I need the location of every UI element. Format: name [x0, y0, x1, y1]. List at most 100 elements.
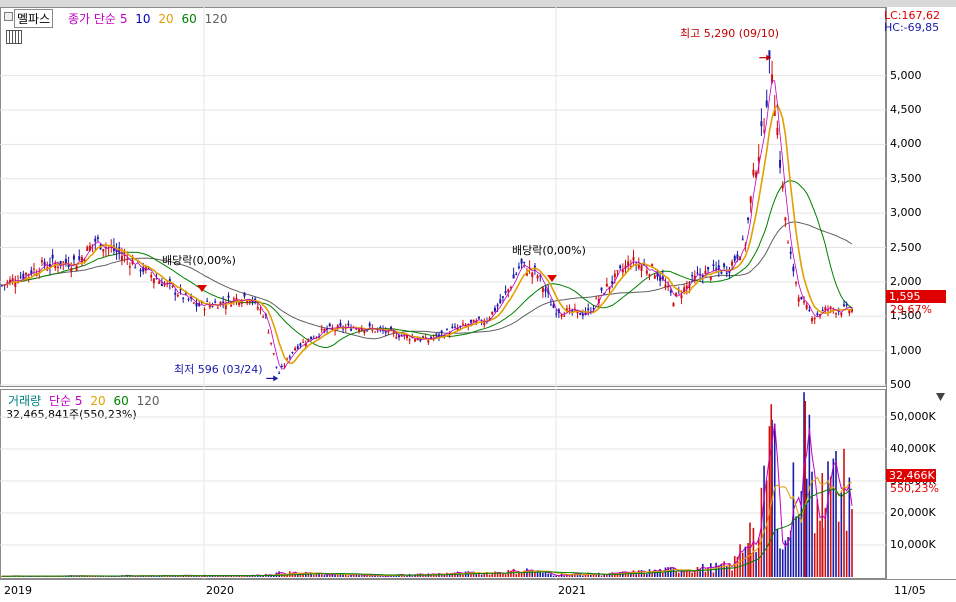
- price-candle: [789, 251, 792, 254]
- ma5-polyline: [1, 79, 853, 370]
- price-candle: [544, 288, 547, 292]
- price-candle: [243, 292, 246, 297]
- price-candle: [568, 308, 571, 310]
- volume-bar: [845, 530, 848, 577]
- volume-bar: [765, 480, 768, 577]
- volume-y-tick: 50,000K: [890, 410, 936, 423]
- volume-bar: [547, 573, 550, 577]
- ma5-line: [1, 79, 853, 370]
- volume-bar: [323, 575, 326, 577]
- price-candle: [139, 269, 142, 272]
- price-candle: [707, 267, 710, 270]
- price-candle: [416, 339, 419, 341]
- price-candle: [43, 261, 46, 266]
- volume-bar: [835, 451, 837, 577]
- price-candle: [64, 258, 67, 264]
- volume-bar: [797, 513, 800, 577]
- price-candle: [512, 274, 515, 279]
- volume-bar: [770, 404, 773, 577]
- price-candle: [501, 296, 504, 298]
- price-candle: [435, 333, 438, 335]
- price-candle: [632, 257, 635, 261]
- volume-bar: [781, 549, 784, 577]
- price-candle: [835, 313, 838, 315]
- price-candle: [669, 290, 672, 293]
- price-candle: [795, 281, 798, 284]
- price-y-tick: 2,500: [890, 240, 922, 254]
- price-candle: [70, 267, 73, 272]
- price-candle: [414, 339, 417, 342]
- price-candle: [56, 266, 59, 269]
- volume-bar: [403, 575, 406, 577]
- volume-bar: [214, 576, 216, 577]
- price-candle: [499, 299, 502, 304]
- price-candle: [563, 315, 566, 317]
- price-candle: [605, 283, 608, 287]
- volume-bar: [150, 576, 153, 577]
- volume-bar: [760, 487, 763, 577]
- volume-bar: [320, 574, 323, 577]
- price-candle: [619, 265, 622, 269]
- volume-bar: [312, 574, 315, 577]
- price-candle: [496, 304, 499, 307]
- price-candle: [347, 323, 350, 326]
- volume-bar: [174, 576, 176, 577]
- volume-bar: [675, 571, 677, 577]
- volume-bar: [259, 575, 262, 577]
- price-candle: [120, 255, 123, 261]
- price-candle: [587, 308, 590, 311]
- price-candle: [40, 260, 43, 263]
- price-candle: [240, 301, 243, 304]
- price-candle: [96, 237, 99, 239]
- high-annotation: 최고 5,290 (09/10): [680, 27, 780, 40]
- price-candle: [720, 271, 723, 274]
- volume-bar: [808, 414, 811, 577]
- volume-bar: [552, 575, 555, 577]
- volume-bar: [811, 471, 813, 577]
- volume-bar: [328, 575, 331, 577]
- price-candle: [667, 285, 670, 288]
- price-candle: [736, 254, 739, 259]
- price-y-tick: 5,000: [890, 68, 922, 82]
- price-candle: [733, 256, 736, 261]
- price-candle: [469, 319, 472, 323]
- volume-bar: [728, 563, 731, 577]
- toolbar-strip: [0, 0, 956, 7]
- price-candle: [24, 273, 27, 275]
- price-candle: [283, 365, 286, 367]
- volume-bar: [813, 533, 816, 577]
- volume-bar: [819, 520, 821, 577]
- x-label-last-date: 11/05: [894, 584, 926, 597]
- price-candle: [440, 330, 443, 334]
- ma20-line: [1, 103, 852, 365]
- price-candle: [128, 266, 131, 268]
- price-candle: [560, 314, 563, 317]
- price-candle: [160, 283, 163, 287]
- volume-bar: [744, 546, 747, 577]
- volume-bar: [344, 574, 347, 577]
- volume-bar: [488, 574, 491, 577]
- price-candle: [696, 272, 699, 274]
- volume-bar: [635, 574, 637, 577]
- price-candle: [731, 261, 734, 266]
- price-candle: [134, 267, 137, 269]
- price-candle: [291, 351, 294, 353]
- price-candle: [51, 254, 54, 259]
- price-candle: [150, 274, 153, 278]
- price-markers: [197, 54, 772, 382]
- price-candle: [390, 326, 393, 330]
- price-candle: [477, 316, 480, 319]
- price-y-tick: 500: [890, 378, 911, 391]
- price-candle: [75, 265, 78, 271]
- volume-bar: [422, 575, 424, 577]
- volume-bar: [411, 575, 414, 577]
- price-candle: [779, 159, 782, 168]
- price-candle: [328, 323, 331, 327]
- volume-bar: [827, 461, 829, 577]
- price-candle: [302, 341, 305, 343]
- price-candle: [275, 366, 278, 368]
- volume-bar: [206, 576, 208, 577]
- price-candle: [320, 328, 323, 330]
- price-candle: [278, 372, 281, 374]
- volume-bar: [504, 574, 507, 577]
